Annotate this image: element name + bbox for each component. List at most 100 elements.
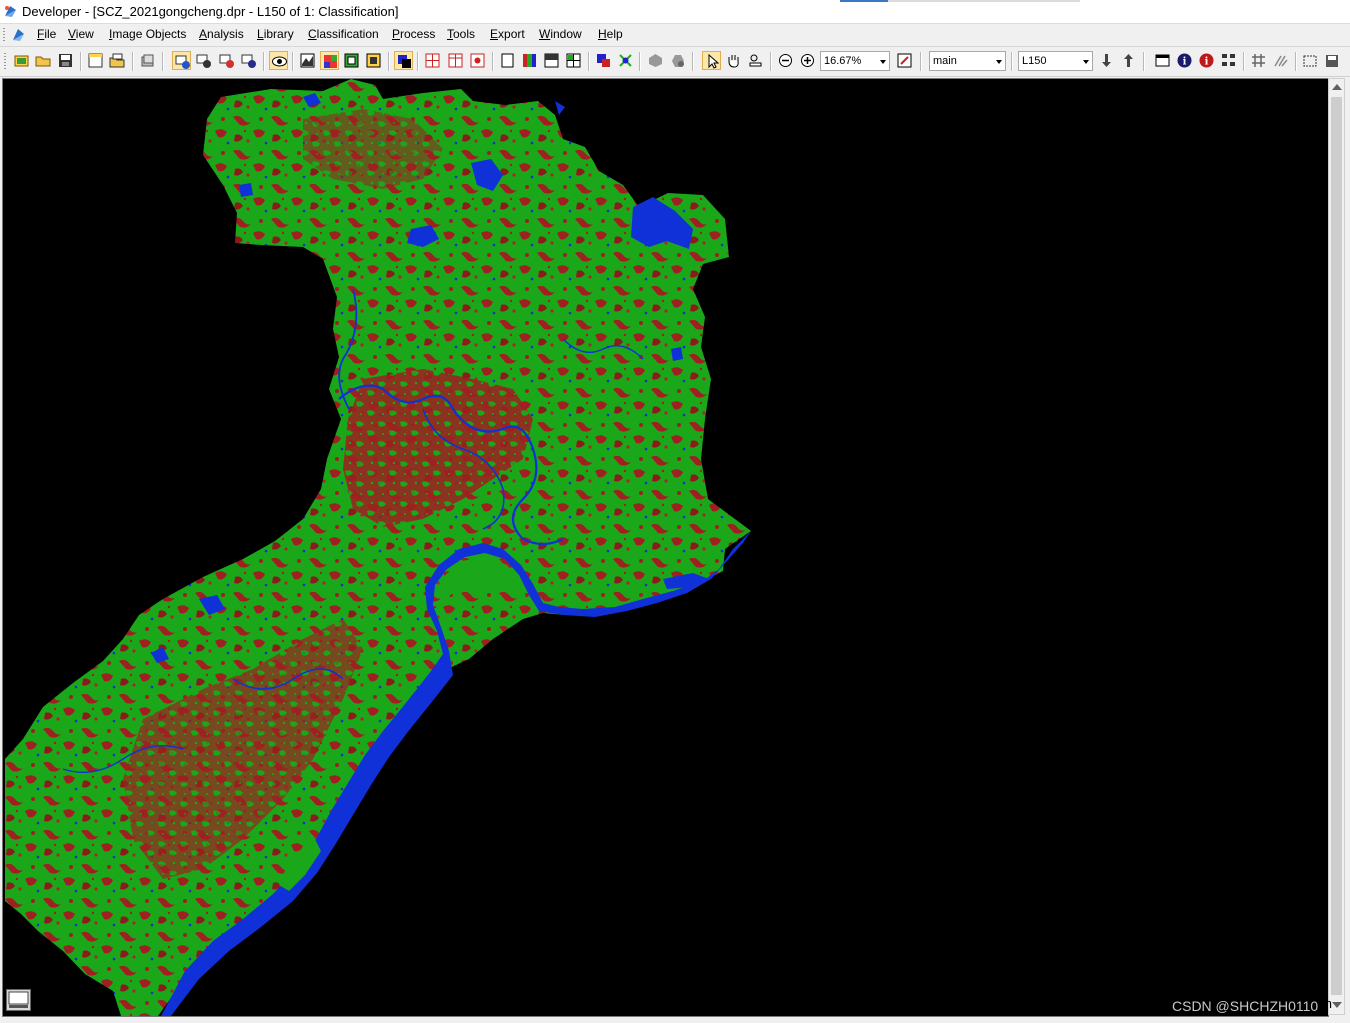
level-up-button[interactable] [1119, 51, 1138, 70]
sample-view-icon [344, 53, 359, 68]
menu-process[interactable]: Process [392, 27, 435, 43]
zoom-out-button[interactable] [776, 51, 795, 70]
single-view-button[interactable] [498, 51, 517, 70]
arrow-down-icon [1102, 54, 1111, 67]
toolbar-separator [292, 52, 294, 71]
menu-file[interactable]: File [37, 27, 56, 43]
object-mean-view-button[interactable] [394, 51, 413, 70]
window-title: Developer - [SCZ_2021gongcheng.dpr - L15… [22, 4, 399, 19]
horizontal-split-button[interactable] [542, 51, 561, 70]
toolbar-separator [692, 52, 694, 71]
menu-tools[interactable]: Tools [447, 27, 475, 43]
menu-window[interactable]: Window [539, 27, 582, 43]
zoom-in-button[interactable] [798, 51, 817, 70]
pointer-tool-button[interactable] [702, 51, 721, 70]
svg-text:i: i [1183, 57, 1187, 68]
toolbar-grip [4, 53, 6, 70]
load-image-button[interactable] [12, 51, 31, 70]
open-workspace-button[interactable] [108, 51, 127, 70]
save-project-button[interactable] [56, 51, 75, 70]
split-view-2-button[interactable] [446, 51, 465, 70]
pan-tool-button[interactable] [724, 51, 743, 70]
view-layer-4-icon [241, 54, 256, 68]
four-split-icon [566, 53, 581, 68]
process-map-combo[interactable]: main [929, 51, 1006, 71]
new-window-icon [88, 53, 103, 68]
four-split-button[interactable] [564, 51, 583, 70]
view-4-button[interactable] [239, 51, 258, 70]
title-accent [840, 0, 888, 2]
scroll-down-icon[interactable] [1332, 1002, 1342, 1008]
merge-objects-icon [619, 54, 632, 67]
level-combo[interactable]: L150 [1018, 51, 1093, 71]
split-view-3-button[interactable] [468, 51, 487, 70]
classification-map[interactable] [3, 79, 1328, 1016]
classification-view-icon [324, 55, 337, 68]
view-1-button[interactable] [172, 51, 191, 70]
hierarchy-icon [1222, 54, 1235, 66]
area-zoom-button[interactable] [746, 51, 765, 70]
select-region-icon [1303, 55, 1317, 67]
class-hierarchy-button[interactable] [1219, 51, 1238, 70]
image-viewer[interactable] [2, 78, 1329, 1017]
new-window-button[interactable] [86, 51, 105, 70]
scroll-up-icon[interactable] [1332, 84, 1342, 90]
classification-view-button[interactable] [320, 51, 339, 70]
zoom-combo[interactable]: 16.67% [820, 51, 890, 71]
menu-view[interactable]: View [68, 27, 94, 43]
horizontal-split-icon [544, 53, 559, 68]
brush-icon [1274, 55, 1288, 67]
menu-help[interactable]: Help [598, 27, 623, 43]
feature-info-icon: i [1199, 53, 1214, 68]
info-button[interactable]: i [1175, 51, 1194, 70]
view-2-button[interactable] [194, 51, 213, 70]
grid-toggle-button[interactable] [1249, 51, 1268, 70]
save-region-icon [1326, 55, 1338, 67]
band-view-button[interactable] [520, 51, 539, 70]
open-project-button[interactable] [34, 51, 53, 70]
navigator-icon[interactable] [6, 989, 31, 1011]
zoom-in-icon [801, 54, 814, 67]
zoom-to-window-button[interactable] [895, 51, 914, 70]
view-3-button[interactable] [217, 51, 236, 70]
menu-image-objects[interactable]: Image Objects [109, 27, 186, 43]
toolbar-separator [80, 52, 82, 71]
image-object-info-button[interactable] [1153, 51, 1172, 70]
menu-export[interactable]: Export [490, 27, 525, 43]
select-region-button[interactable] [1301, 51, 1320, 70]
zoom-window-icon [897, 53, 912, 68]
zoom-out-icon [779, 54, 792, 67]
layer-view-button[interactable] [298, 51, 317, 70]
polygon-icon [649, 54, 662, 67]
toolbar-separator [920, 52, 922, 71]
open-folder-icon [35, 56, 51, 67]
app-logo-icon [5, 6, 16, 17]
show-outlines-button[interactable] [269, 51, 288, 70]
view-layer-3-icon [219, 54, 234, 68]
merge-objects-button[interactable] [616, 51, 635, 70]
brush-tool-button[interactable] [1271, 51, 1290, 70]
save-region-button[interactable] [1323, 51, 1342, 70]
polygon-tool-button[interactable] [646, 51, 665, 70]
vertical-scrollbar[interactable] [1328, 78, 1345, 1015]
pixel-view-button[interactable] [364, 51, 383, 70]
sample-view-button[interactable] [342, 51, 361, 70]
menu-analysis[interactable]: Analysis [199, 27, 244, 43]
menu-classification[interactable]: Classification [308, 27, 379, 43]
manage-views-button[interactable] [138, 51, 157, 70]
feature-info-button[interactable]: i [1197, 51, 1216, 70]
scroll-thumb[interactable] [1331, 97, 1342, 995]
toolbar-separator [388, 52, 390, 71]
document-icon[interactable] [10, 27, 26, 43]
toolbar-separator [417, 52, 419, 71]
menu-library[interactable]: Library [257, 27, 294, 43]
lake [671, 347, 683, 361]
level-down-button[interactable] [1097, 51, 1116, 70]
split-view-1-button[interactable] [423, 51, 442, 70]
toolbar-separator [263, 52, 265, 71]
info-icon: i [1177, 53, 1192, 68]
polygon-fill-button[interactable] [668, 51, 687, 70]
workspace-icon [109, 53, 125, 68]
toolbar-separator [132, 52, 134, 71]
cut-object-button[interactable] [594, 51, 613, 70]
